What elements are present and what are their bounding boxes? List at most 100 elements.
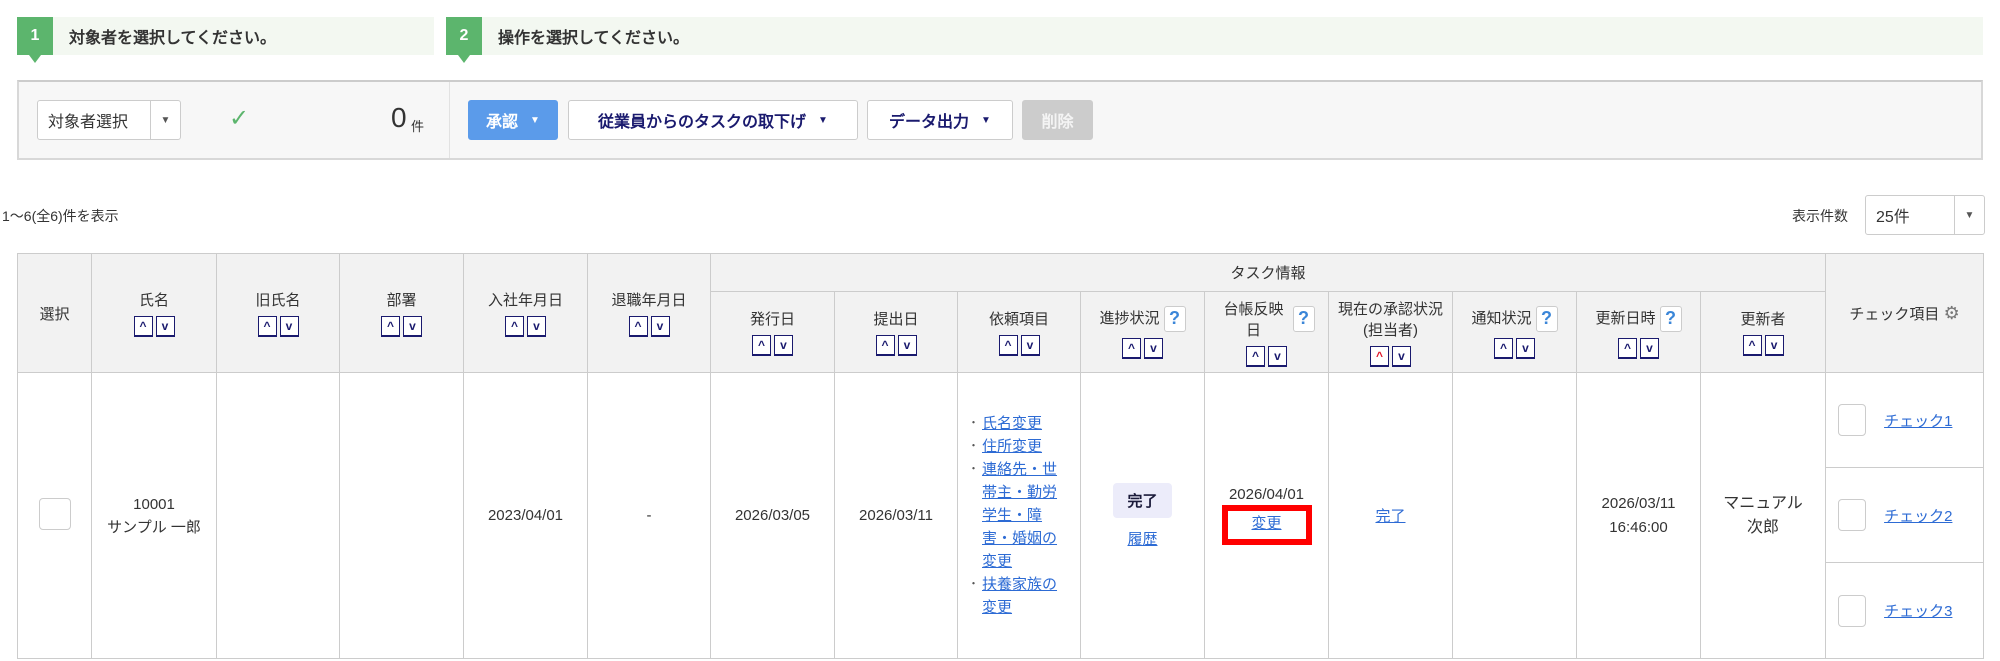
sort-buttons: ^ v bbox=[628, 316, 670, 337]
header-label: 旧氏名 bbox=[255, 292, 301, 309]
help-icon[interactable]: ? bbox=[1659, 305, 1682, 332]
sort-asc-button[interactable]: ^ bbox=[1122, 337, 1141, 359]
sort-buttons: ^ v bbox=[505, 316, 546, 337]
sort-asc-button[interactable]: ^ bbox=[875, 335, 895, 356]
check-item-link[interactable]: チェック3 bbox=[1884, 600, 1952, 621]
sort-asc-button[interactable]: ^ bbox=[628, 316, 648, 337]
header-updater: 更新者 ^ v bbox=[1699, 291, 1827, 373]
header-label: 発行日 bbox=[749, 311, 795, 328]
sort-buttons: ^ v bbox=[875, 335, 917, 356]
sort-desc-button[interactable]: v bbox=[1144, 337, 1163, 359]
sort-asc-button[interactable]: ^ bbox=[381, 316, 400, 337]
check-item-checkbox[interactable] bbox=[1838, 404, 1867, 436]
check-item-link[interactable]: チェック2 bbox=[1884, 505, 1952, 526]
sort-desc-button[interactable]: v bbox=[279, 316, 299, 337]
approval-status-link[interactable]: 完了 bbox=[1375, 508, 1405, 525]
sort-asc-button[interactable]: ^ bbox=[1246, 345, 1265, 367]
check-item-checkbox[interactable] bbox=[1838, 594, 1867, 627]
sort-desc-button[interactable]: v bbox=[897, 335, 917, 356]
header-label: 現在の承認状況 (担当者) bbox=[1337, 300, 1443, 339]
sort-desc-button[interactable]: v bbox=[527, 316, 546, 337]
header-label: 更新者 bbox=[1740, 311, 1786, 328]
header-label: 進捗状況 bbox=[1099, 309, 1160, 327]
sort-asc-button[interactable]: ^ bbox=[1370, 345, 1389, 367]
step-number: 1 bbox=[17, 17, 53, 63]
export-label: データ出力 bbox=[889, 114, 970, 131]
sort-desc-button[interactable]: v bbox=[1516, 337, 1535, 359]
sort-desc-button[interactable]: v bbox=[1392, 345, 1411, 367]
sort-desc-button[interactable]: v bbox=[650, 316, 670, 337]
page-size-label: 表示件数 bbox=[1792, 208, 1848, 224]
hire-date-cell: 2023/04/01 bbox=[463, 372, 588, 659]
withdraw-label: 従業員からのタスクの取下げ bbox=[598, 114, 807, 131]
updated-time: 16:46:00 bbox=[1609, 518, 1668, 536]
check-item: チェック1 bbox=[1826, 373, 1984, 468]
ledger-change-link[interactable]: 変更 bbox=[1251, 515, 1281, 532]
history-link[interactable]: 履歴 bbox=[1127, 531, 1157, 548]
updater-cell: マニュアル 次郎 bbox=[1699, 372, 1827, 659]
header-label: チェック項目 bbox=[1849, 305, 1940, 323]
sort-asc-button[interactable]: ^ bbox=[257, 316, 277, 337]
sort-desc-button[interactable]: v bbox=[403, 316, 422, 337]
withdraw-task-button[interactable]: 従業員からのタスクの取下げ ▼ bbox=[568, 100, 858, 140]
help-icon[interactable]: ? bbox=[1292, 305, 1315, 332]
header-request-items: 依頼項目 ^ v bbox=[957, 291, 1081, 373]
header-retire-date: 退職年月日 ^ v bbox=[587, 253, 711, 373]
step-text: 操作を選択してください。 bbox=[498, 30, 690, 47]
header-submit-date: 提出日 ^ v bbox=[834, 291, 958, 373]
target-select[interactable]: 対象者選択 ▼ bbox=[37, 100, 181, 140]
export-button[interactable]: データ出力 ▼ bbox=[867, 100, 1013, 140]
sort-asc-button[interactable]: ^ bbox=[1618, 337, 1637, 359]
divider bbox=[449, 82, 450, 158]
sort-desc-button[interactable]: v bbox=[774, 335, 793, 356]
request-item-link[interactable]: 扶養家族の変更 bbox=[982, 573, 1066, 619]
header-ledger-date: 台帳反映日? ^ v bbox=[1204, 291, 1329, 373]
dept-cell bbox=[339, 372, 464, 659]
request-item-link[interactable]: 住所変更 bbox=[982, 435, 1042, 458]
check-item-checkbox[interactable] bbox=[1838, 499, 1867, 531]
sort-asc-button[interactable]: ^ bbox=[752, 335, 771, 356]
gear-icon[interactable]: ⚙ bbox=[1944, 303, 1960, 323]
sort-desc-button[interactable]: v bbox=[155, 316, 175, 337]
step-text: 対象者を選択してください。 bbox=[69, 30, 277, 47]
step-2-banner: 2 操作を選択してください。 bbox=[446, 17, 1983, 63]
header-name: 氏名 ^ v bbox=[91, 253, 217, 373]
highlight-box: 変更 bbox=[1221, 505, 1312, 545]
header-hire-date: 入社年月日 ^ v bbox=[463, 253, 588, 373]
caret-down-icon: ▼ bbox=[818, 114, 828, 126]
header-old-name: 旧氏名 ^ v bbox=[216, 253, 340, 373]
sort-buttons: ^ v bbox=[1494, 337, 1535, 359]
employee-number: 10001 bbox=[133, 495, 175, 513]
check-icon: ✓ bbox=[229, 105, 250, 132]
header-updated-at: 更新日時? ^ v bbox=[1576, 291, 1701, 373]
sort-asc-button[interactable]: ^ bbox=[505, 316, 524, 337]
check-item: チェック3 bbox=[1826, 563, 1983, 658]
sort-buttons: ^ v bbox=[1122, 337, 1163, 359]
header-label: 退職年月日 bbox=[611, 292, 687, 309]
help-icon[interactable]: ? bbox=[1535, 305, 1558, 332]
header-label: 依頼項目 bbox=[988, 311, 1049, 328]
sort-desc-button[interactable]: v bbox=[1640, 337, 1659, 359]
request-item-link[interactable]: 連絡先・世帯主・勤労学生・障害・婚姻の変更 bbox=[982, 458, 1066, 573]
help-icon[interactable]: ? bbox=[1163, 305, 1186, 332]
header-label: 入社年月日 bbox=[487, 292, 563, 309]
sort-asc-button[interactable]: ^ bbox=[998, 335, 1018, 356]
page-size-select[interactable]: 25件 ▼ bbox=[1865, 195, 1985, 235]
header-label: 部署 bbox=[386, 292, 417, 309]
issue-date-cell: 2026/03/05 bbox=[710, 372, 835, 659]
check-item-link[interactable]: チェック1 bbox=[1884, 410, 1952, 431]
sort-desc-button[interactable]: v bbox=[1268, 345, 1287, 367]
header-issue-date: 発行日 ^ v bbox=[710, 291, 835, 373]
sort-buttons: ^ v bbox=[381, 316, 422, 337]
approval-cell: 完了 bbox=[1328, 372, 1453, 659]
approve-button[interactable]: 承認 ▼ bbox=[468, 100, 558, 140]
sort-asc-button[interactable]: ^ bbox=[1742, 335, 1762, 356]
sort-desc-button[interactable]: v bbox=[1020, 335, 1040, 356]
sort-desc-button[interactable]: v bbox=[1764, 335, 1784, 356]
retire-date-cell: - bbox=[587, 372, 711, 659]
delete-button[interactable]: 削除 bbox=[1022, 100, 1093, 140]
sort-asc-button[interactable]: ^ bbox=[133, 316, 153, 337]
sort-asc-button[interactable]: ^ bbox=[1494, 337, 1513, 359]
row-checkbox[interactable] bbox=[38, 497, 71, 530]
request-item-link[interactable]: 氏名変更 bbox=[982, 412, 1042, 435]
